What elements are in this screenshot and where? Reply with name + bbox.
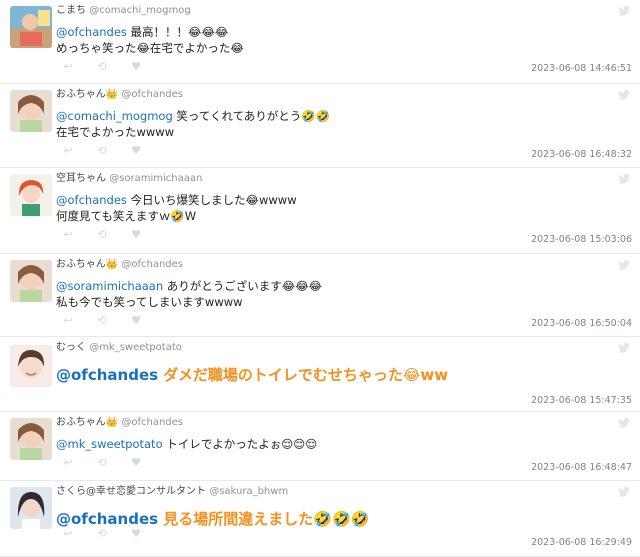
timestamp[interactable]: 2023-06-08 16:50:04 bbox=[531, 318, 632, 329]
tweet-text: @ofchandes ダメだ職場のトイレでむせちゃった😂ww bbox=[56, 365, 628, 385]
tweet-actions: ↩ ⟲ ♥ bbox=[62, 456, 142, 469]
mention-link[interactable]: @comachi_mogmog bbox=[56, 109, 173, 123]
tweet-text: @comachi_mogmog 笑ってくれてありがとう🤣🤣 在宅でよかったwwww bbox=[56, 108, 628, 140]
tweet-card: おふちゃん👑 @ofchandes @mk_sweetpotato トイレでよか… bbox=[0, 412, 640, 481]
timestamp[interactable]: 2023-06-08 14:46:51 bbox=[531, 63, 632, 74]
retweet-icon[interactable]: ⟲ bbox=[96, 60, 108, 73]
avatar[interactable] bbox=[10, 487, 52, 529]
mention-link[interactable]: @ofchandes bbox=[56, 25, 127, 39]
tweet-text-line: 私も今でも笑ってしまいますwwww bbox=[56, 295, 243, 309]
tweet-author: さくら@幸せ恋愛コンサルタント @sakura_bhwm bbox=[56, 485, 628, 499]
retweet-icon[interactable]: ⟲ bbox=[96, 144, 108, 157]
author-handle[interactable]: @ofchandes bbox=[121, 417, 183, 428]
tweet-card: こまち @comachi_mogmog @ofchandes 最高！！！😂😂😂 め… bbox=[0, 0, 640, 84]
tweet-actions: ↩ ⟲ ♥ bbox=[62, 527, 142, 540]
reply-icon[interactable]: ↩ bbox=[62, 228, 74, 241]
tweet-text: @ofchandes 見る場所間違えました🤣🤣🤣 bbox=[56, 509, 628, 529]
reply-icon[interactable]: ↩ bbox=[62, 527, 74, 540]
timestamp[interactable]: 2023-06-08 16:48:32 bbox=[531, 149, 632, 160]
tweet-card: おふちゃん👑 @ofchandes @comachi_mogmog 笑ってくれて… bbox=[0, 84, 640, 168]
author-name[interactable]: さくら@幸せ恋愛コンサルタント bbox=[56, 486, 206, 497]
mention-link[interactable]: @ofchandes bbox=[56, 193, 127, 207]
tweet-card: むっく @mk_sweetpotato @ofchandes ダメだ職場のトイレ… bbox=[0, 337, 640, 412]
tweet-text-line: 笑ってくれてありがとう🤣🤣 bbox=[172, 109, 330, 123]
timestamp[interactable]: 2023-06-08 15:03:06 bbox=[531, 234, 632, 245]
tweet-text-line: 今日いち爆笑しました😂wwww bbox=[126, 193, 297, 207]
tweet-author: むっく @mk_sweetpotato bbox=[56, 341, 628, 355]
tweet-text: @ofchandes 今日いち爆笑しました😂wwww 何度見ても笑えますｗ🤣W bbox=[56, 192, 628, 224]
retweet-icon[interactable]: ⟲ bbox=[96, 228, 108, 241]
mention-link[interactable]: @soramimichaaan bbox=[56, 279, 163, 293]
reply-icon[interactable]: ↩ bbox=[62, 314, 74, 327]
tweet-author: おふちゃん👑 @ofchandes bbox=[56, 416, 628, 430]
tweet-text: @ofchandes 最高！！！😂😂😂 めっちゃ笑った😂在宅でよかった😂 bbox=[56, 24, 628, 56]
heart-icon[interactable]: ♥ bbox=[130, 527, 142, 540]
reply-icon[interactable]: ↩ bbox=[62, 456, 74, 469]
tweet-text-line: 在宅でよかったwwww bbox=[56, 125, 175, 139]
avatar[interactable] bbox=[10, 260, 52, 302]
author-name[interactable]: おふちゃん👑 bbox=[56, 89, 118, 100]
reply-icon[interactable]: ↩ bbox=[62, 144, 74, 157]
heart-icon[interactable]: ♥ bbox=[130, 144, 142, 157]
author-name[interactable]: おふちゃん👑 bbox=[56, 417, 118, 428]
author-name[interactable]: こまち bbox=[56, 5, 86, 16]
timestamp[interactable]: 2023-06-08 16:29:49 bbox=[531, 537, 632, 548]
mention-link[interactable]: @ofchandes bbox=[56, 510, 158, 528]
heart-icon[interactable]: ♥ bbox=[130, 456, 142, 469]
timestamp[interactable]: 2023-06-08 16:48:47 bbox=[531, 462, 632, 473]
heart-icon[interactable]: ♥ bbox=[130, 60, 142, 73]
avatar[interactable] bbox=[10, 345, 52, 387]
tweet-actions: ↩ ⟲ ♥ bbox=[62, 144, 142, 157]
avatar[interactable] bbox=[10, 418, 52, 460]
tweet-text-line: トイレでよかったよぉ😌😌😌 bbox=[162, 437, 318, 451]
retweet-icon[interactable]: ⟲ bbox=[96, 527, 108, 540]
mention-link[interactable]: @ofchandes bbox=[56, 366, 158, 384]
tweet-author: おふちゃん👑 @ofchandes bbox=[56, 258, 628, 272]
author-handle[interactable]: @sakura_bhwm bbox=[209, 486, 288, 497]
tweet-text-line: 最高！！！😂😂😂 bbox=[126, 25, 229, 39]
tweet-text-line: 見る場所間違えました🤣🤣🤣 bbox=[158, 510, 370, 528]
tweet-author: こまち @comachi_mogmog bbox=[56, 4, 628, 18]
tweet-text-line: 何度見ても笑えますｗ🤣W bbox=[56, 209, 197, 223]
tweet-text-line: ダメだ職場のトイレでむせちゃった😂ww bbox=[158, 366, 449, 384]
tweet-text: @mk_sweetpotato トイレでよかったよぉ😌😌😌 bbox=[56, 436, 628, 452]
tweet-card: さくら@幸せ恋愛コンサルタント @sakura_bhwm @ofchandes … bbox=[0, 481, 640, 557]
reply-icon[interactable]: ↩ bbox=[62, 60, 74, 73]
avatar[interactable] bbox=[10, 174, 52, 216]
tweet-actions: ↩ ⟲ ♥ bbox=[62, 314, 142, 327]
tweet-text: @soramimichaaan ありがとうございます😂😂😂 私も今でも笑ってしまい… bbox=[56, 278, 628, 310]
author-handle[interactable]: @mk_sweetpotato bbox=[89, 342, 182, 353]
tweet-text-line: めっちゃ笑った😂在宅でよかった😂 bbox=[56, 41, 244, 55]
avatar[interactable] bbox=[10, 6, 52, 48]
author-name[interactable]: むっく bbox=[56, 342, 86, 353]
tweet-actions: ↩ ⟲ ♥ bbox=[62, 228, 142, 241]
author-name[interactable]: おふちゃん👑 bbox=[56, 259, 118, 270]
avatar[interactable] bbox=[10, 90, 52, 132]
tweet-author: 空耳ちゃん @soramimichaaan bbox=[56, 172, 628, 186]
tweet-author: おふちゃん👑 @ofchandes bbox=[56, 88, 628, 102]
tweet-card: 空耳ちゃん @soramimichaaan @ofchandes 今日いち爆笑し… bbox=[0, 168, 640, 254]
heart-icon[interactable]: ♥ bbox=[130, 228, 142, 241]
author-handle[interactable]: @ofchandes bbox=[121, 89, 183, 100]
author-handle[interactable]: @soramimichaaan bbox=[109, 173, 202, 184]
mention-link[interactable]: @mk_sweetpotato bbox=[56, 437, 163, 451]
retweet-icon[interactable]: ⟲ bbox=[96, 456, 108, 469]
author-handle[interactable]: @comachi_mogmog bbox=[89, 5, 191, 16]
heart-icon[interactable]: ♥ bbox=[130, 314, 142, 327]
tweet-feed: こまち @comachi_mogmog @ofchandes 最高！！！😂😂😂 め… bbox=[0, 0, 640, 557]
retweet-icon[interactable]: ⟲ bbox=[96, 314, 108, 327]
tweet-actions: ↩ ⟲ ♥ bbox=[62, 60, 142, 73]
author-handle[interactable]: @ofchandes bbox=[121, 259, 183, 270]
author-name[interactable]: 空耳ちゃん bbox=[56, 173, 106, 184]
tweet-text-line: ありがとうございます😂😂😂 bbox=[163, 279, 323, 293]
tweet-card: おふちゃん👑 @ofchandes @soramimichaaan ありがとうご… bbox=[0, 254, 640, 337]
timestamp[interactable]: 2023-06-08 15:47:35 bbox=[531, 395, 632, 406]
